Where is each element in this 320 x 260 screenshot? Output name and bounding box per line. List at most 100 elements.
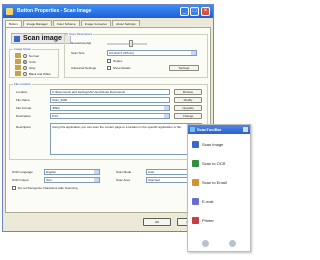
chevron-down-icon[interactable] [94,178,99,182]
scan-image-icon [14,36,20,42]
panel-title-bar[interactable]: ScanToolBar [188,125,250,134]
ok-button[interactable]: OK [143,218,171,226]
button-properties-dialog: Button Properties - Scan Image _ □ × But… [2,4,214,232]
printer-icon [192,216,199,224]
ocr-output-value: Text [46,178,52,182]
minimize-button[interactable]: _ [180,7,189,16]
radio-button[interactable] [23,71,27,76]
panel-item-label: E-mail [202,198,214,204]
image-mode-color[interactable]: Color [15,59,36,64]
tab-image-converter[interactable]: Image Converter [80,20,112,26]
file-format-label: File Format [16,106,32,110]
image-mode-label: Image Mode [13,47,32,51]
upgrade-button[interactable]: Upgrade [174,105,202,111]
tab-color-scheme[interactable]: Color Scheme [52,20,80,26]
file-name-label: File Name [16,98,30,102]
image-mode-group: Image Mode Normal Color Gray Black and W… [9,47,59,78]
image-mode-gray[interactable]: Gray [15,65,36,70]
button-preview: Scan image [11,33,71,44]
chevron-down-icon[interactable] [94,170,99,174]
scan-to-ocr-icon [192,159,199,167]
ocr-output-select[interactable]: Text [44,177,100,183]
description-textarea[interactable]: Using this application you can scan the … [50,123,202,155]
option-label: Black and White [29,71,51,76]
location-label: Location [16,90,28,94]
panel-icon [190,127,195,132]
help-icon[interactable] [229,239,236,247]
change-button[interactable]: Change [174,113,202,119]
chevron-down-icon[interactable] [191,51,196,55]
maximize-button[interactable]: □ [190,7,199,16]
option-label: Color [29,59,37,64]
resolution-slider-knob[interactable] [129,40,133,47]
tab-about-settings[interactable]: About Settings [112,20,140,26]
title-bar[interactable]: Button Properties - Scan Image _ □ × [3,5,213,18]
image-mode-bw[interactable]: Black and White [15,71,51,76]
settings-button[interactable]: Settings [169,65,199,71]
browse-button[interactable]: Browse [174,89,202,95]
destination-select[interactable]: Print [50,113,170,119]
radio-button[interactable] [23,53,27,58]
panel-item-label: Scan to Email [202,179,227,185]
location-field[interactable]: C:\Documents and Settings\All Users\Scan… [50,89,170,95]
chevron-down-icon[interactable] [164,106,169,110]
resolution-slider[interactable] [107,43,147,45]
no-recognize-label: Do not Recognize Characters after Scanni… [18,186,78,190]
option-label: Gray [29,65,36,70]
file-location-group: File Location Location C:\Documents and … [9,82,208,160]
panel-close-icon[interactable] [243,127,248,132]
scan-image-icon [192,140,199,148]
app-icon [6,8,13,15]
duplex-checkbox[interactable] [107,59,111,63]
panel-item-label: Scan Image [202,141,224,147]
chevron-down-icon[interactable] [164,114,169,118]
scan-size-label: Scan Size [71,51,85,55]
file-format-value: JPEG [52,106,60,110]
panel-item-scan-to-email[interactable]: Scan to Email [192,177,246,187]
resolution-label: Resolution(dpi) [71,41,92,45]
window-title: Button Properties - Scan Image [17,8,92,14]
tab-panel: Scan image Image Mode Normal Color Gray [5,27,211,213]
panel-item-label: Printer [202,217,214,223]
description-label: Description [16,125,32,129]
ocr-language-value: English [46,170,56,174]
show-details-checkbox[interactable] [107,66,111,70]
mode-icon [15,53,21,58]
image-mode-normal[interactable]: Normal [15,53,39,58]
file-location-label: File Location [13,82,33,86]
tab-button[interactable]: Button [5,20,22,27]
panel-item-label: Scan to OCR [202,160,226,166]
file-name-field[interactable]: Scan_0000 [50,97,170,103]
close-button[interactable]: × [201,7,210,16]
e-mail-icon [192,197,199,205]
destination-label: Destination [16,114,32,118]
scan-parameters-label: Scan Parameters [68,32,94,36]
scan-parameters-group: Scan Parameters Resolution(dpi) Scan Siz… [64,32,208,78]
panel-item-printer[interactable]: Printer [192,215,246,225]
scan-size-select[interactable]: A4 (210 X 297mm) [107,50,197,56]
tab-image-manager[interactable]: Image Manager [22,20,52,26]
settings-icon[interactable] [202,239,209,247]
scan-area-value: Scanned [148,178,160,182]
ocr-output-label: OCR Output [12,178,29,182]
destination-value: Print [52,114,59,118]
advanced-settings-label: Advanced Settings [71,66,97,70]
panel-item-scan-image[interactable]: Scan Image [192,139,246,149]
option-label: Normal [29,53,39,58]
tab-strip: Button Image Manager Color Scheme Image … [5,20,140,27]
file-format-select[interactable]: JPEG [50,105,170,111]
mode-icon [15,65,21,70]
panel-title: ScanToolBar [197,127,222,132]
mode-icon [15,59,21,64]
no-recognize-checkbox[interactable] [12,186,16,190]
panel-item-e-mail[interactable]: E-mail [192,196,246,206]
panel-item-scan-to-ocr[interactable]: Scan to OCR [192,158,246,168]
radio-button[interactable] [23,59,27,64]
ocr-language-select[interactable]: English [44,169,100,175]
panel-footer [192,238,246,248]
modify-button[interactable]: Modify [174,97,202,103]
duplex-label: Duplex [113,59,123,63]
radio-button[interactable] [23,65,27,70]
ocr-language-label: OCR Language [12,170,33,174]
scan-toolbar-panel: ScanToolBar Scan Image Scan to OCR Scan to… [187,124,251,252]
